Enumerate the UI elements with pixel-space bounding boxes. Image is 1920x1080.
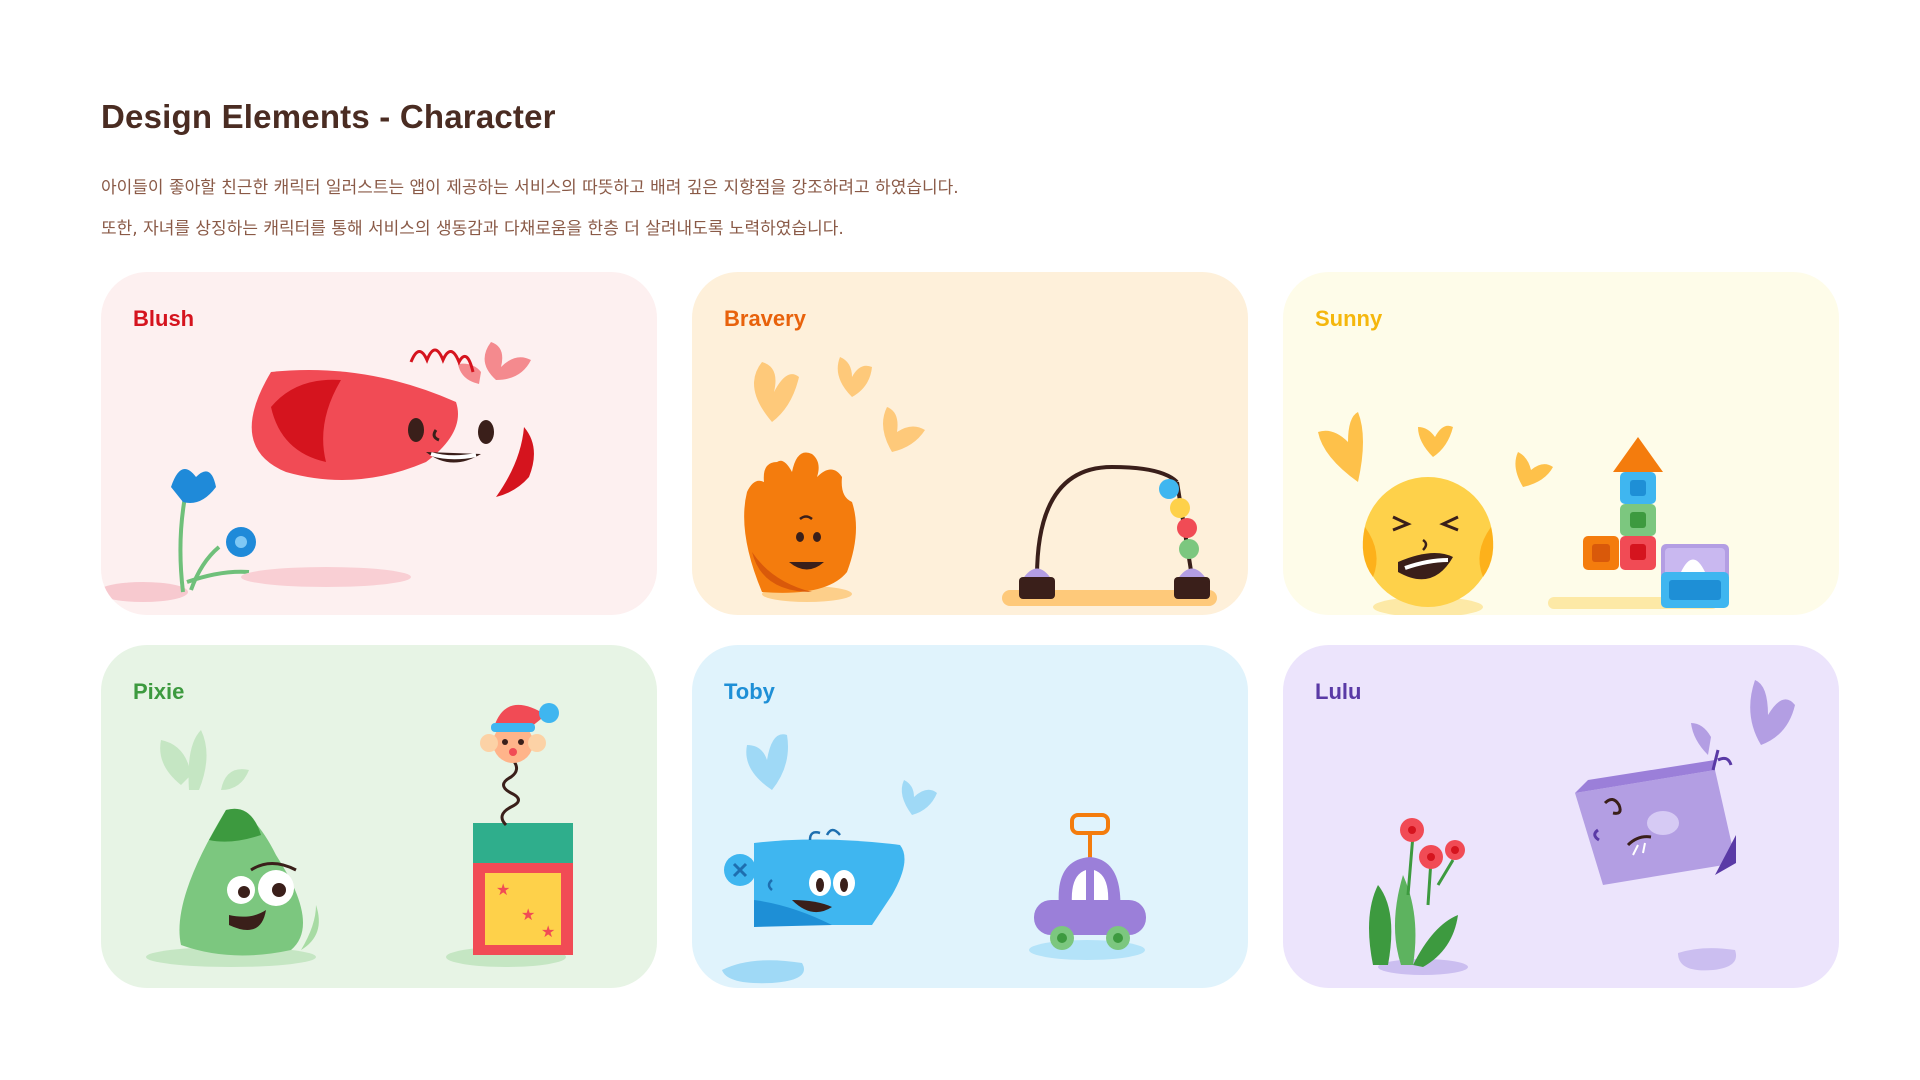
svg-text:★: ★	[496, 882, 510, 899]
character-card-bravery: Bravery	[692, 272, 1248, 615]
character-card-blush: Blush	[101, 272, 657, 615]
character-card-lulu: Lulu	[1283, 645, 1839, 988]
bravery-character-icon	[744, 452, 856, 602]
heart-icon	[1691, 680, 1795, 755]
page-title: Design Elements - Character	[101, 98, 556, 135]
lulu-illustration	[1369, 680, 1795, 975]
blush-illustration	[101, 342, 534, 602]
leaf-icon	[160, 730, 249, 790]
toy-blocks-icon	[1548, 437, 1729, 609]
heart-icon	[1318, 412, 1553, 487]
svg-text:★: ★	[521, 907, 535, 924]
page-description-line-2: 또한, 자녀를 상징하는 캐릭터를 통해 서비스의 생동감과 다채로움을 한층 …	[101, 219, 844, 239]
heart-icon	[754, 357, 925, 452]
blush-character-icon	[241, 348, 534, 587]
toby-character-icon	[722, 828, 905, 984]
red-flowers-icon	[1369, 818, 1468, 975]
character-card-sunny: Sunny	[1283, 272, 1839, 615]
toby-illustration	[722, 734, 1146, 984]
sunny-illustration	[1318, 412, 1729, 615]
sunny-character-icon	[1362, 477, 1494, 615]
svg-text:★: ★	[541, 924, 555, 941]
page-description-line-1: 아이들이 좋아할 친근한 캐릭터 일러스트는 앱이 제공하는 서비스의 따뜻하고…	[101, 178, 959, 198]
character-card-pixie: Pixie ★ ★ ★	[101, 645, 657, 988]
character-card-toby: Toby	[692, 645, 1248, 988]
heart-icon	[746, 734, 937, 815]
blue-flower-icon	[171, 469, 256, 593]
bravery-illustration	[744, 357, 1217, 606]
toy-car-icon	[1029, 813, 1146, 960]
lulu-character-icon	[1575, 749, 1737, 971]
bead-maze-toy-icon	[1002, 464, 1217, 606]
jack-in-the-box-icon: ★ ★ ★	[446, 703, 573, 967]
pixie-character-icon	[146, 808, 319, 967]
pixie-illustration: ★ ★ ★	[146, 703, 573, 967]
